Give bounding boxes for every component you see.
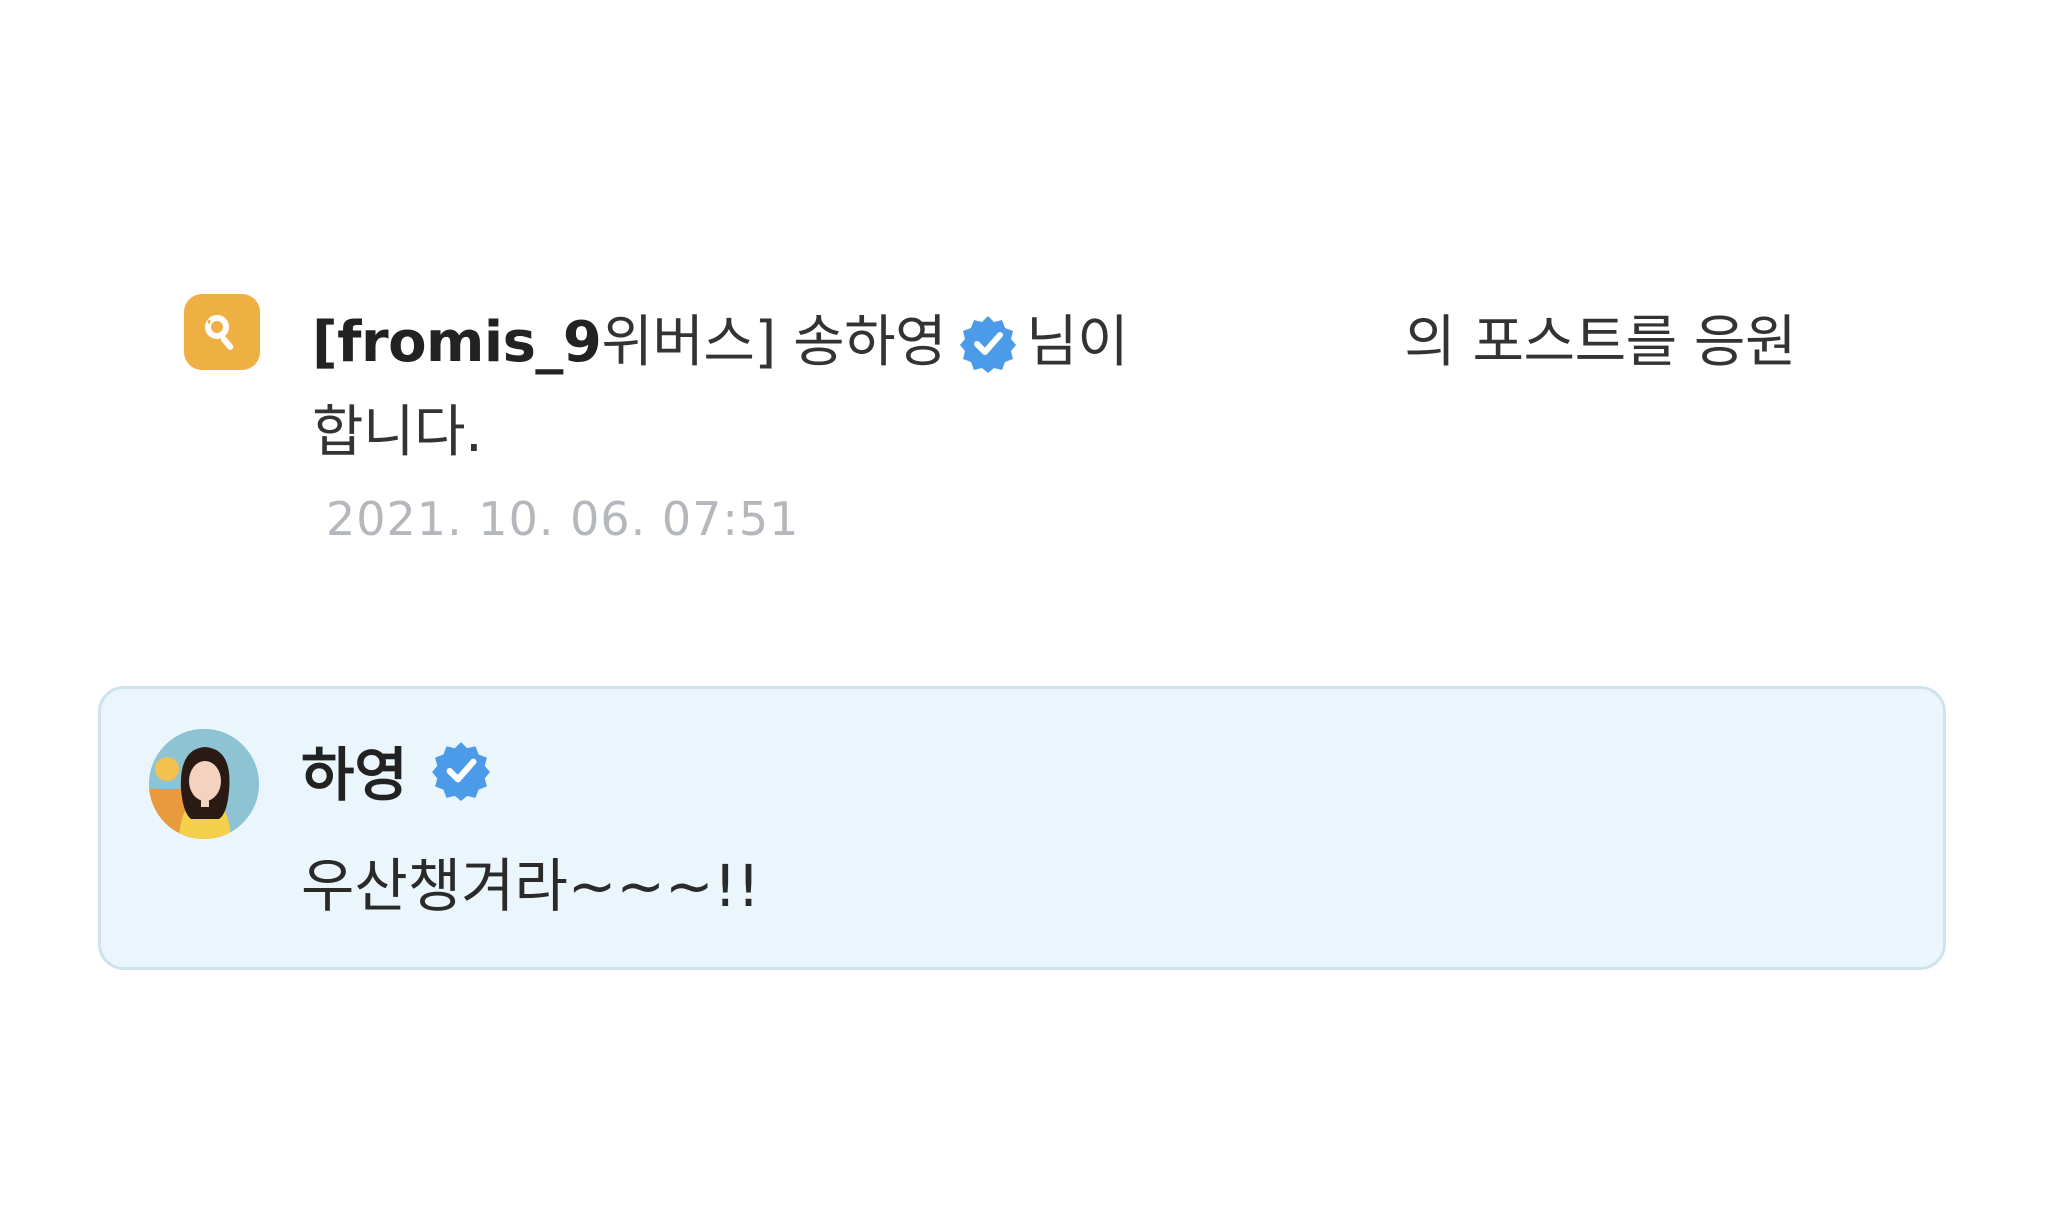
notification-timestamp: 2021. 10. 06. 07:51: [326, 492, 800, 546]
verified-badge-icon: [431, 742, 490, 801]
comment-text: 우산챙겨라~~~!!: [301, 852, 761, 920]
notification-suffix: 님이: [1026, 310, 1129, 375]
app-icon: [184, 294, 260, 370]
profile-photo: [149, 729, 259, 839]
weverse-fan-icon: [205, 315, 234, 350]
comment-author-row: 하영: [301, 725, 492, 815]
comment-author[interactable]: 하영: [301, 728, 408, 812]
quoted-comment-card[interactable]: 하영 우산챙겨라~~~!!: [98, 686, 1946, 970]
sender-group: [fromis_9: [312, 310, 602, 375]
notification-message: [fromis_9 위버스] 송하영 님이 의 포스트를 응원 합니다.: [312, 298, 1892, 478]
avatar[interactable]: [149, 729, 259, 839]
notification-action: 의 포스트를 응원: [1404, 310, 1796, 375]
sender-name: 위버스] 송하영: [601, 310, 947, 375]
notification-line-1: [fromis_9 위버스] 송하영 님이 의 포스트를 응원: [312, 298, 1892, 388]
notification-line-2: 합니다.: [312, 400, 483, 465]
verified-badge-icon: [960, 316, 1017, 373]
